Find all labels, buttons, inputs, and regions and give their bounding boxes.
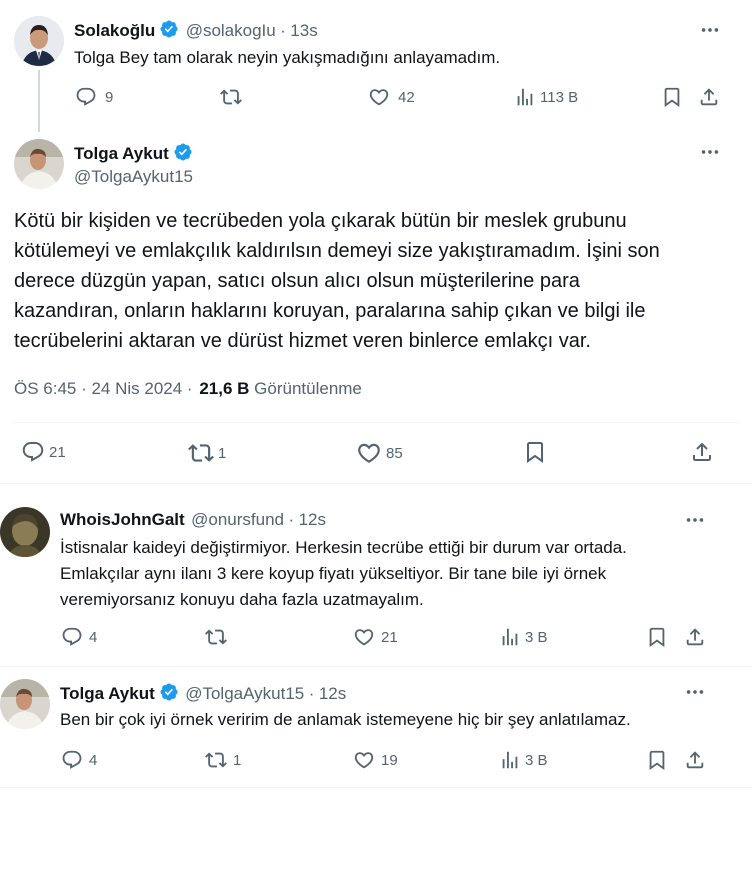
- verified-badge-icon: [159, 682, 179, 702]
- views-button[interactable]: 3 B: [499, 749, 548, 771]
- divider: [0, 787, 752, 788]
- views-icon: [499, 749, 521, 771]
- retweet-icon: [205, 626, 227, 648]
- reply1-text: İstisnalar kaideyi değiştirmiyor. Herkes…: [60, 535, 627, 613]
- reply-icon: [21, 440, 45, 464]
- views-count: 21,6 B: [199, 379, 250, 398]
- share-button[interactable]: [690, 440, 714, 464]
- avatar-tolga-aykut[interactable]: [14, 139, 64, 189]
- retweet-button[interactable]: [205, 626, 227, 648]
- divider: [14, 422, 738, 423]
- bookmark-button[interactable]: [661, 86, 683, 108]
- divider: [0, 666, 752, 667]
- separator-dot: ·: [280, 21, 286, 40]
- bookmark-button[interactable]: [646, 749, 668, 771]
- reply-icon: [61, 626, 83, 648]
- reply-button[interactable]: 4: [61, 626, 97, 648]
- retweet-button[interactable]: 1: [205, 749, 241, 771]
- share-button[interactable]: [698, 86, 720, 108]
- tweet1-text: Tolga Bey tam olarak neyin yakışmadığını…: [74, 48, 501, 67]
- views-icon: [499, 626, 521, 648]
- tweet-meta: ÖS 6:45 · 24 Nis 2024 · 21,6 B Görüntüle…: [14, 379, 362, 399]
- tweet-time[interactable]: 13s: [290, 21, 317, 40]
- share-icon: [690, 440, 714, 464]
- separator-dot: ·: [288, 510, 295, 529]
- retweet-icon: [220, 86, 242, 108]
- author-handle[interactable]: @solakogIu: [186, 21, 276, 40]
- like-icon: [356, 440, 382, 466]
- tweet-time[interactable]: 12s: [299, 510, 326, 529]
- avatar-tolga-aykut[interactable]: [0, 679, 50, 729]
- text-line: tecrübelerini aktaran ve dürüst hizmet v…: [14, 330, 591, 352]
- avatar-solakoglu[interactable]: [14, 16, 64, 66]
- reply-button[interactable]: 4: [61, 749, 97, 771]
- reply2-header: Tolga Aykut @TolgaAykut15 · 12s: [60, 682, 346, 704]
- more-icon[interactable]: [697, 17, 723, 43]
- main-author-name-row: Tolga Aykut: [74, 142, 193, 164]
- views-icon: [514, 86, 536, 108]
- views-button[interactable]: 113 B: [514, 86, 578, 108]
- retweet-icon: [205, 749, 227, 771]
- views-button[interactable]: 3 B: [499, 626, 548, 648]
- share-icon: [684, 626, 706, 648]
- retweet-button[interactable]: [220, 86, 242, 108]
- reply-icon: [75, 86, 97, 108]
- like-icon: [368, 86, 390, 108]
- reply-button[interactable]: 21: [21, 440, 66, 464]
- more-icon[interactable]: [682, 507, 708, 533]
- reply-icon: [61, 749, 83, 771]
- author-name[interactable]: Tolga Aykut: [60, 684, 155, 703]
- text-line: İstisnalar kaideyi değiştirmiyor. Herkes…: [60, 538, 627, 557]
- views-label: Görüntülenme: [254, 379, 362, 398]
- text-line: kötülemeyi ve emlakçılık kaldırılsın dem…: [14, 240, 660, 262]
- like-button[interactable]: 21: [353, 626, 398, 648]
- like-icon: [353, 749, 375, 771]
- bookmark-button[interactable]: [646, 626, 668, 648]
- share-icon: [684, 749, 706, 771]
- retweet-button[interactable]: 1: [188, 440, 226, 466]
- reply1-header: WhoisJohnGalt @onursfund · 12s: [60, 510, 326, 530]
- reply-button[interactable]: 9: [75, 86, 113, 108]
- tweet1-header: Solakoğlu @solakogIu · 13s: [74, 19, 318, 41]
- author-name[interactable]: WhoisJohnGalt: [60, 510, 185, 529]
- share-button[interactable]: [684, 626, 706, 648]
- text-line: Kötü bir kişiden ve tecrübeden yola çıka…: [14, 210, 627, 232]
- verified-badge-icon: [173, 142, 193, 162]
- share-icon: [698, 86, 720, 108]
- main-tweet-text: Kötü bir kişiden ve tecrübeden yola çıka…: [14, 206, 660, 356]
- separator-dot: ·: [308, 684, 315, 703]
- avatar-whoisjohngalt[interactable]: [0, 507, 50, 557]
- retweet-icon: [188, 440, 214, 466]
- author-handle[interactable]: @TolgaAykut15: [185, 684, 304, 703]
- thread-connector-line: [38, 70, 40, 132]
- like-button[interactable]: 42: [368, 86, 415, 108]
- bookmark-icon: [646, 749, 668, 771]
- bookmark-icon: [523, 440, 547, 464]
- more-icon[interactable]: [682, 679, 708, 705]
- share-button[interactable]: [684, 749, 706, 771]
- reply2-text: Ben bir çok iyi örnek veririm de anlamak…: [60, 710, 631, 729]
- divider: [0, 483, 752, 484]
- bookmark-icon: [661, 86, 683, 108]
- text-line: Emlakçılar aynı ilanı 3 kere koyup fiyat…: [60, 564, 607, 583]
- more-icon[interactable]: [697, 139, 723, 165]
- text-line: kazandıran, onların haklarını koruyan, p…: [14, 300, 646, 322]
- author-name[interactable]: Tolga Aykut: [74, 144, 169, 163]
- tweet-timestamp[interactable]: ÖS 6:45 · 24 Nis 2024 ·: [14, 379, 193, 398]
- like-button[interactable]: 85: [356, 440, 403, 466]
- tweet-time[interactable]: 12s: [319, 684, 346, 703]
- like-button[interactable]: 19: [353, 749, 398, 771]
- verified-badge-icon: [159, 19, 179, 39]
- author-handle[interactable]: @TolgaAykut15: [74, 167, 193, 187]
- author-name[interactable]: Solakoğlu: [74, 21, 155, 40]
- text-line: derece düzgün yapan, satıcı olsun alıcı …: [14, 270, 580, 292]
- bookmark-button[interactable]: [523, 440, 547, 464]
- bookmark-icon: [646, 626, 668, 648]
- author-handle[interactable]: @onursfund: [191, 510, 284, 529]
- text-line: veremiyorsanız konuyu daha fazla uzatmay…: [60, 590, 424, 609]
- like-icon: [353, 626, 375, 648]
